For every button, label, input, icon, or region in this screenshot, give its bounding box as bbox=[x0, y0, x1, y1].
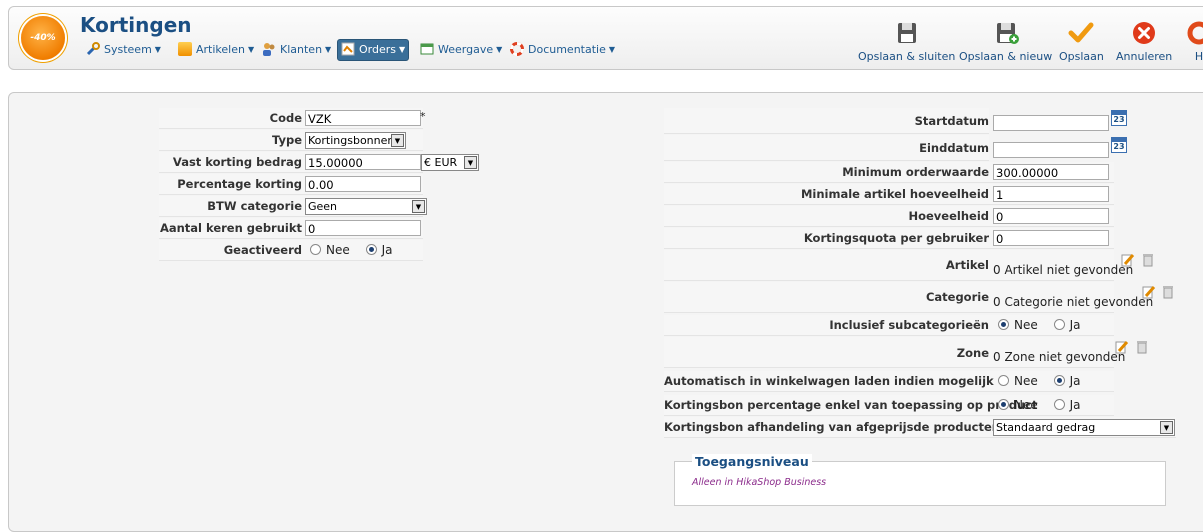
percent-product-only-no-radio[interactable] bbox=[998, 399, 1009, 410]
min-products-input[interactable]: 1 bbox=[993, 186, 1109, 202]
menu-systeem[interactable]: Systeem ▼ bbox=[83, 40, 164, 60]
row-times-used: Aantal keren gebruikt 0 bbox=[159, 218, 423, 239]
chevron-down-icon: ▼ bbox=[325, 45, 332, 54]
row-type: Type Kortingsbonnen ▼ bbox=[159, 130, 423, 151]
row-quota-per-user: Kortingsquota per gebruiker 0 bbox=[664, 228, 1114, 249]
code-input[interactable]: VZK bbox=[305, 110, 421, 126]
row-fixed-amount: Vast korting bedrag 15.00000 bbox=[159, 152, 423, 173]
orders-icon bbox=[341, 42, 355, 56]
required-marker: * bbox=[420, 110, 426, 123]
edit-pencil-icon[interactable] bbox=[1142, 285, 1156, 299]
fixed-amount-input[interactable]: 15.00000 bbox=[305, 154, 421, 170]
times-used-input[interactable]: 0 bbox=[305, 220, 421, 236]
help-lifebuoy-icon bbox=[1187, 21, 1203, 45]
checkmark-icon bbox=[1068, 22, 1094, 43]
row-auto-load: Automatisch in winkelwagen laden indien … bbox=[664, 371, 1114, 392]
content-panel: Code VZK * Type Kortingsbonnen ▼ Vast kor… bbox=[8, 92, 1203, 532]
row-product: Artikel 0 Artikel niet gevonden bbox=[664, 250, 1133, 281]
edit-pencil-icon[interactable] bbox=[1115, 340, 1129, 354]
quantity-input[interactable]: 0 bbox=[993, 208, 1109, 224]
tax-category-select[interactable]: Geen ▼ bbox=[305, 198, 427, 215]
row-percentage: Percentage korting 0.00 bbox=[159, 174, 423, 195]
row-end-date: Einddatum bbox=[664, 135, 989, 161]
chevron-down-icon: ▼ bbox=[154, 45, 161, 54]
row-code: Code VZK bbox=[159, 108, 423, 129]
chevron-down-icon: ▼ bbox=[1160, 421, 1173, 434]
menu-documentatie[interactable]: Documentatie ▼ bbox=[507, 40, 618, 60]
cancel-icon bbox=[1133, 22, 1156, 44]
menu-weergave[interactable]: Weergave ▼ bbox=[417, 40, 505, 60]
wrench-icon bbox=[86, 42, 100, 56]
row-category: Categorie 0 Categorie niet gevonden bbox=[664, 282, 1153, 313]
row-quantity: Hoeveelheid 0 bbox=[664, 206, 1114, 227]
menu-klanten[interactable]: Klanten ▼ bbox=[259, 40, 334, 60]
calendar-icon[interactable]: 23 bbox=[1111, 110, 1127, 126]
chevron-down-icon: ▼ bbox=[412, 200, 425, 213]
discount-logo-icon: -40% bbox=[21, 16, 65, 60]
display-icon bbox=[420, 43, 434, 55]
min-order-input[interactable]: 300.00000 bbox=[993, 164, 1109, 180]
access-level-legend: Toegangsniveau bbox=[692, 454, 812, 469]
row-child-categories: Inclusief subcategorieën Nee Ja bbox=[664, 315, 1114, 336]
lifebuoy-icon bbox=[510, 42, 524, 56]
start-date-input[interactable] bbox=[993, 115, 1109, 131]
percent-product-only-yes-radio[interactable] bbox=[1053, 399, 1065, 410]
row-min-products: Minimale artikel hoeveelheid 1 bbox=[664, 184, 1114, 205]
menu-orders[interactable]: Orders ▼ bbox=[337, 39, 410, 61]
users-icon bbox=[263, 43, 275, 56]
save-close-button[interactable]: Opslaan & sluiten bbox=[858, 21, 955, 63]
row-published: Geactiveerd Nee Ja bbox=[159, 240, 423, 261]
currency-select[interactable]: € EUR ▼ bbox=[421, 154, 479, 171]
box-icon bbox=[178, 42, 192, 56]
child-categories-yes-radio[interactable] bbox=[1053, 319, 1065, 330]
chevron-down-icon: ▼ bbox=[247, 45, 255, 54]
save-new-button[interactable]: Opslaan & nieuw bbox=[959, 21, 1052, 63]
cancel-button[interactable]: Annuleren bbox=[1116, 21, 1172, 63]
row-start-date: Startdatum bbox=[664, 108, 989, 134]
trash-icon[interactable] bbox=[1136, 340, 1148, 354]
row-tax-category: BTW categorie Geen ▼ bbox=[159, 196, 427, 217]
row-zone: Zone 0 Zone niet gevonden bbox=[664, 337, 1125, 368]
type-select[interactable]: Kortingsbonnen ▼ bbox=[305, 132, 406, 149]
help-button[interactable]: H bbox=[1186, 21, 1203, 63]
published-no-radio[interactable] bbox=[310, 244, 321, 255]
floppy-plus-icon bbox=[996, 23, 1019, 44]
toolbar-header: -40% Kortingen Systeem ▼ Artikelen ▼ Klant… bbox=[8, 6, 1203, 70]
chevron-down-icon: ▼ bbox=[496, 45, 503, 54]
access-level-fieldset: Toegangsniveau Alleen in HikaShop Busine… bbox=[674, 454, 1166, 506]
auto-load-no-radio[interactable] bbox=[998, 375, 1009, 386]
save-button[interactable]: Opslaan bbox=[1059, 21, 1104, 63]
published-yes-radio[interactable] bbox=[365, 244, 377, 255]
trash-icon[interactable] bbox=[1142, 253, 1154, 267]
auto-load-yes-radio[interactable] bbox=[1053, 375, 1065, 386]
trash-icon[interactable] bbox=[1162, 285, 1174, 299]
page-title: Kortingen bbox=[80, 13, 192, 37]
row-min-order: Minimum orderwaarde 300.00000 bbox=[664, 162, 1114, 183]
edit-pencil-icon[interactable] bbox=[1121, 253, 1135, 267]
chevron-down-icon: ▼ bbox=[391, 134, 404, 147]
percentage-input[interactable]: 0.00 bbox=[305, 176, 421, 192]
chevron-down-icon: ▼ bbox=[608, 45, 616, 54]
chevron-down-icon: ▼ bbox=[464, 156, 477, 169]
chevron-down-icon: ▼ bbox=[399, 45, 406, 54]
quota-per-user-input[interactable]: 0 bbox=[993, 230, 1109, 246]
row-discounted-products: Kortingsbon afhandeling van afgeprijsde … bbox=[664, 417, 1176, 438]
access-level-note: Alleen in HikaShop Business bbox=[692, 477, 827, 488]
menu-artikelen[interactable]: Artikelen ▼ bbox=[175, 40, 257, 60]
end-date-input[interactable] bbox=[993, 142, 1109, 158]
calendar-icon[interactable]: 23 bbox=[1111, 137, 1127, 153]
row-percent-product-only: Kortingsbon percentage enkel van toepass… bbox=[664, 395, 1114, 416]
floppy-icon bbox=[897, 23, 916, 43]
discounted-products-select[interactable]: Standaard gedrag ▼ bbox=[993, 419, 1175, 436]
child-categories-no-radio[interactable] bbox=[998, 319, 1009, 330]
